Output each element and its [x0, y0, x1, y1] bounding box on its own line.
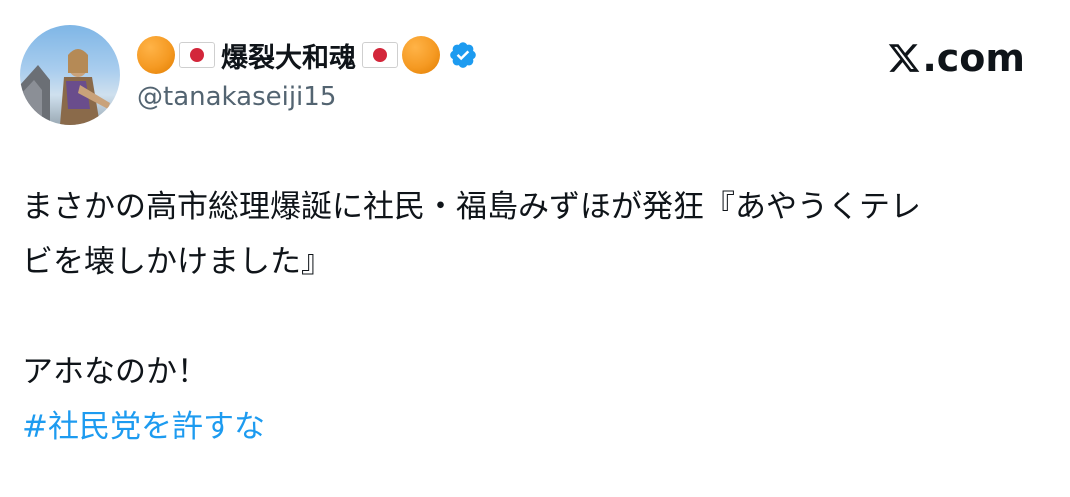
x-com-label: .com	[922, 36, 1025, 80]
japan-flag-icon	[179, 42, 215, 68]
avatar-image	[20, 49, 110, 125]
orange-circle-icon	[402, 36, 440, 74]
avatar[interactable]	[20, 25, 120, 125]
author-handle[interactable]: @tanakaseiji15	[137, 82, 336, 112]
tweet-line: まさかの高市総理爆誕に社民・福島みずほが発狂『あやうくテレ	[22, 189, 921, 225]
japan-flag-icon	[362, 42, 398, 68]
verified-badge-icon	[450, 42, 476, 68]
x-com-brand[interactable]: .com	[887, 36, 1025, 80]
tweet-line: アホなのか！	[22, 354, 208, 390]
author-name-row[interactable]: 爆裂大和魂	[137, 34, 478, 76]
author-display-name[interactable]: 爆裂大和魂	[221, 36, 356, 75]
tweet-text: まさかの高市総理爆誕に社民・福島みずほが発狂『あやうくテレ ビを壊しかけました』…	[22, 180, 1052, 455]
orange-circle-icon	[137, 36, 175, 74]
x-logo-icon	[889, 44, 920, 72]
hashtag-link[interactable]: #社民党を許すな	[22, 409, 265, 445]
tweet-line: ビを壊しかけました』	[22, 244, 332, 280]
